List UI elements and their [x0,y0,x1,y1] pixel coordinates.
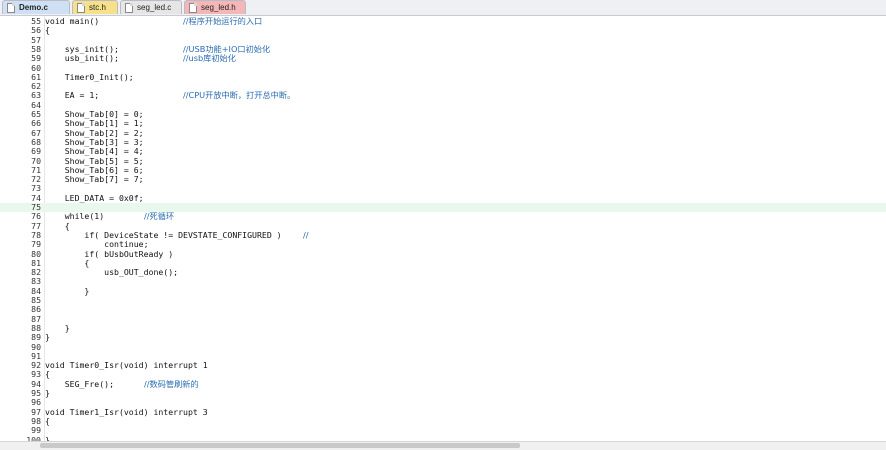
code-line[interactable]: 90 [0,342,886,352]
code-line[interactable]: 72 Show_Tab[7] = 7; [0,174,886,185]
code-text: Timer0_Init(); [45,71,134,82]
code-line[interactable]: 56{ [0,25,886,36]
code-comment: //数码管刷新的 [144,378,199,389]
code-line[interactable]: 94 SEG_Fre();//数码管刷新的 [0,378,886,389]
code-comment: //死循环 [144,211,175,222]
code-line[interactable]: 62 [0,81,886,91]
code-line[interactable]: 95} [0,388,886,398]
h-file-icon [189,3,197,13]
tab-label: seg_led.c [137,3,172,12]
code-text: void Timer0_Isr(void) interrupt 1 [45,360,208,371]
code-line[interactable]: 93{ [0,370,886,380]
code-line[interactable]: 86 [0,304,886,314]
code-line[interactable]: 89} [0,332,886,343]
tab-seg-led-h[interactable]: seg_led.h [184,0,246,14]
code-line[interactable]: 80 if( bUsbOutReady ) [0,249,886,259]
code-line[interactable]: 97 void Timer1_Isr(void) interrupt 3 [0,406,886,417]
code-line[interactable]: 84 } [0,285,886,296]
code-line[interactable]: 98{ [0,415,886,426]
code-comment: //CPU开放中断，打开总中断。 [183,90,296,101]
tab-stc-h[interactable]: stc.h [72,0,118,14]
code-editor[interactable]: 55 void main()//程序开始运行的入口 56{57 58 sys_init… [0,16,886,444]
tab-label: stc.h [89,3,106,12]
code-text: usb_OUT_done(); [45,267,179,278]
code-line[interactable]: 83 [0,277,886,287]
h-file-icon [77,3,85,13]
code-line[interactable]: 59 usb_init();//usb库初始化 [0,53,886,64]
code-text: { [45,25,50,36]
code-line[interactable]: 88 } [0,323,886,333]
code-line[interactable]: 85 [0,295,886,305]
code-comment: //usb库初始化 [183,53,236,64]
code-line[interactable]: 58 sys_init();//USB功能+IO口初始化 [0,44,886,54]
code-line[interactable]: 87 [0,314,886,324]
code-text: } [45,332,50,343]
scrollbar-thumb[interactable] [40,443,520,448]
code-text: { [45,415,50,426]
code-text: usb_init(); [45,53,119,64]
code-line[interactable]: 57 [0,35,886,45]
code-text: SEG_Fre(); [45,378,115,389]
code-comment: //程序开始运行的入口 [183,16,263,26]
code-line[interactable]: 74 LED_DATA = 0x0f; [0,192,886,203]
code-line[interactable]: 82 usb_OUT_done(); [0,267,886,278]
code-text: } [45,285,90,296]
code-line[interactable]: 99 [0,425,886,435]
tab-label: seg_led.h [201,3,236,12]
code-comment: // [303,229,309,240]
code-line[interactable]: 76 while(1)//死循环 [0,211,886,222]
c-file-icon [7,3,15,13]
code-line[interactable]: 55 void main()//程序开始运行的入口 [0,16,886,26]
code-text: LED_DATA = 0x0f; [45,192,144,203]
tab-demo-c[interactable]: Demo.c [2,0,70,14]
code-text: EA = 1; [45,90,100,101]
tab-seg-led-c[interactable]: seg_led.c [120,0,182,14]
editor-tab-bar: Demo.c stc.h seg_led.c seg_led.h [0,0,886,16]
code-text: void main() [45,16,100,26]
code-line[interactable]: 63 EA = 1;//CPU开放中断，打开总中断。 [0,90,886,101]
tab-label: Demo.c [19,3,48,12]
code-line[interactable]: 92 void Timer0_Isr(void) interrupt 1 [0,360,886,371]
code-text: } [45,388,50,398]
code-line[interactable]: 61 Timer0_Init(); [0,71,886,82]
c-file-icon [125,3,133,13]
code-line[interactable]: 75 [0,202,886,213]
code-text: Show_Tab[7] = 7; [45,174,144,185]
code-text: void Timer1_Isr(void) interrupt 3 [45,406,208,417]
